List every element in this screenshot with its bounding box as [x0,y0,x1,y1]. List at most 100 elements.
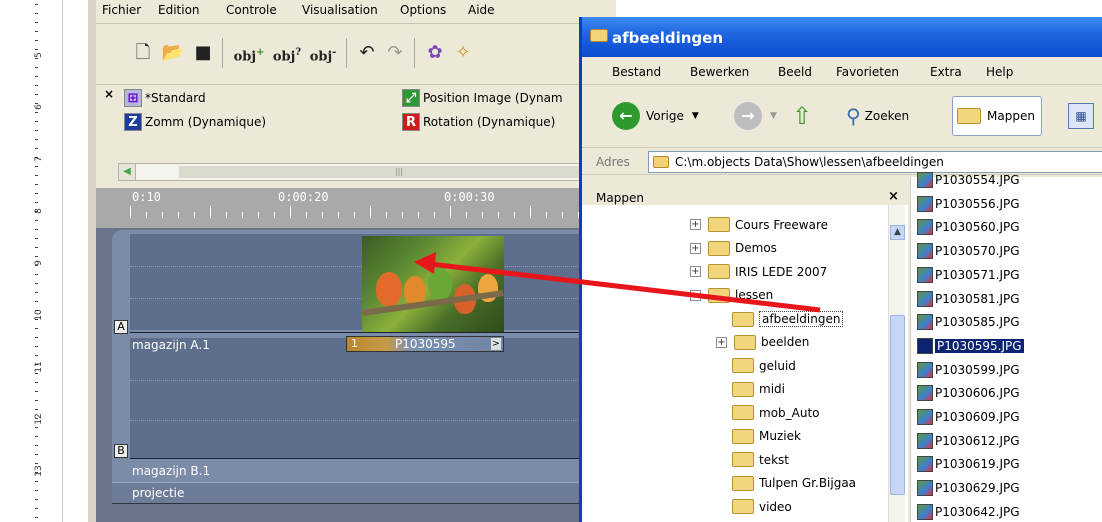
image-file-icon [917,361,933,378]
scroll-thumb[interactable] [890,315,905,495]
tree-item-label: afbeeldingen [759,311,844,327]
menu-bestand[interactable]: Bestand [612,65,661,79]
tree-item[interactable]: - lessen [690,287,773,303]
file-item[interactable]: P1030619.JPG [917,455,1020,473]
save-icon[interactable]: ■ [190,40,216,66]
scroll-thumb[interactable]: ||| [179,166,619,178]
file-item[interactable]: P1030599.JPG [917,361,1020,379]
tree-item[interactable]: + IRIS LEDE 2007 [690,264,827,279]
address-field[interactable]: C:\m.objects Data\Show\lessen\afbeelding… [648,151,1102,173]
tree-item[interactable]: midi [732,381,785,397]
file-item[interactable]: P1030606.JPG [917,384,1020,402]
effects-scrollbar[interactable]: ◀ ||| [118,163,619,181]
object-remove-icon[interactable]: obj- [306,40,340,66]
object-add-icon[interactable]: obj+ [232,40,266,66]
clip-thumbnail[interactable] [362,236,504,332]
ruler-tick [35,184,38,185]
image-file-icon [917,480,933,497]
file-item[interactable]: P1030595.JPG [917,337,1024,355]
tree-item[interactable]: + Cours Freeware [690,217,828,232]
redo-icon[interactable]: ↷ [382,40,408,66]
file-item[interactable]: P1030570.JPG [917,242,1020,260]
effect-zoom[interactable]: Z Zomm (Dynamique) [124,113,266,131]
effect-standard[interactable]: ⊞ *Standard [124,89,206,107]
file-item[interactable]: P1030581.JPG [917,290,1020,308]
track-b-lane[interactable] [130,338,616,458]
tree-item[interactable]: + Demos [690,240,777,256]
folders-title: Mappen [596,191,644,205]
tree-item[interactable]: video [732,499,792,514]
menu-aide[interactable]: Aide [468,3,495,17]
menu-help[interactable]: Help [986,65,1013,79]
up-folder-button[interactable]: ⇧ [792,96,812,136]
scroll-up-icon[interactable]: ▲ [890,225,905,240]
chevron-down-icon[interactable]: ▼ [770,111,777,121]
menu-visualisation[interactable]: Visualisation [302,3,378,17]
back-button[interactable]: ← Vorige ▼ [612,96,699,136]
file-name: P1030581.JPG [935,291,1020,306]
file-item[interactable]: P1030571.JPG [917,266,1020,284]
expand-icon[interactable]: + [690,242,701,254]
projection-track[interactable]: projectie [112,482,616,504]
effect-icon[interactable]: ✿ [422,40,448,66]
tree-item[interactable]: geluid [732,358,796,373]
new-file-icon[interactable]: 🗋 [130,40,156,66]
menu-edition[interactable]: Edition [158,3,200,17]
tree-item[interactable]: afbeeldingen [732,311,844,327]
file-item[interactable]: P1030585.JPG [917,313,1020,331]
file-name: P1030612.JPG [935,433,1020,448]
file-item[interactable]: P1030554.JPG [917,171,1020,189]
explorer-titlebar[interactable]: afbeeldingen [582,17,1102,57]
file-item[interactable]: P1030612.JPG [917,432,1020,450]
menu-controle[interactable]: Controle [226,3,277,17]
collapse-icon[interactable]: - [690,289,701,301]
file-item[interactable]: P1030642.JPG [917,503,1020,521]
search-button[interactable]: ⚲ Zoeken [846,96,909,136]
transition-icon[interactable]: ✧ [450,40,476,66]
ruler-tick [35,463,38,464]
tree-item[interactable]: tekst [732,452,789,467]
file-item[interactable]: P1030609.JPG [917,408,1020,426]
folders-scrollbar[interactable]: ▲ [888,205,905,522]
chevron-down-icon[interactable]: ▼ [692,111,699,121]
ruler-tick [35,499,38,500]
tree-item-label: IRIS LEDE 2007 [735,264,828,279]
tree-item[interactable]: mob_Auto [732,405,820,420]
file-name: P1030595.JPG [935,338,1024,353]
object-info-icon[interactable]: obj? [270,40,304,66]
tree-item[interactable]: Tulpen Gr.Bijgaa [732,475,856,491]
file-item[interactable]: P1030629.JPG [917,479,1020,497]
menu-bewerken[interactable]: Bewerken [690,65,749,79]
expand-icon[interactable]: + [690,266,701,277]
effect-position[interactable]: ⤢ Position Image (Dynam [402,89,563,107]
menu-beeld[interactable]: Beeld [778,65,812,79]
clip-bar[interactable]: 1 P1030595 > [346,336,504,352]
ruler-tick [35,400,38,401]
menu-fichier[interactable]: Fichier [102,3,141,17]
menu-extra[interactable]: Extra [930,65,962,79]
expand-icon[interactable]: + [716,336,727,348]
close-icon[interactable]: × [104,87,114,101]
close-icon[interactable]: × [888,189,899,204]
clip-end-icon[interactable]: > [491,338,501,350]
tree-item[interactable]: + beelden [716,334,809,350]
expand-icon[interactable]: + [690,219,701,230]
ruler-number: 12 [34,413,44,425]
file-item[interactable]: P1030560.JPG [917,218,1020,236]
open-folder-icon[interactable]: 📂 [160,40,186,66]
ruler-tick [35,373,38,374]
views-button[interactable]: ▦ [1068,96,1094,136]
image-file-icon [917,456,933,473]
timeline-ruler[interactable]: 0:10 0:00:20 0:00:30 [96,188,616,228]
folders-button[interactable]: Mappen [952,96,1042,136]
time-tick [370,206,371,218]
time-label: 0:00:20 [278,190,329,204]
menu-favorieten[interactable]: Favorieten [836,65,899,79]
effect-rotation[interactable]: R Rotation (Dynamique) [402,113,555,131]
menu-options[interactable]: Options [400,3,446,17]
forward-button[interactable]: → ▼ [734,96,777,136]
scroll-left-icon[interactable]: ◀ [119,164,136,180]
undo-icon[interactable]: ↶ [354,40,380,66]
tree-item[interactable]: Muziek [732,428,801,444]
file-item[interactable]: P1030556.JPG [917,195,1020,213]
